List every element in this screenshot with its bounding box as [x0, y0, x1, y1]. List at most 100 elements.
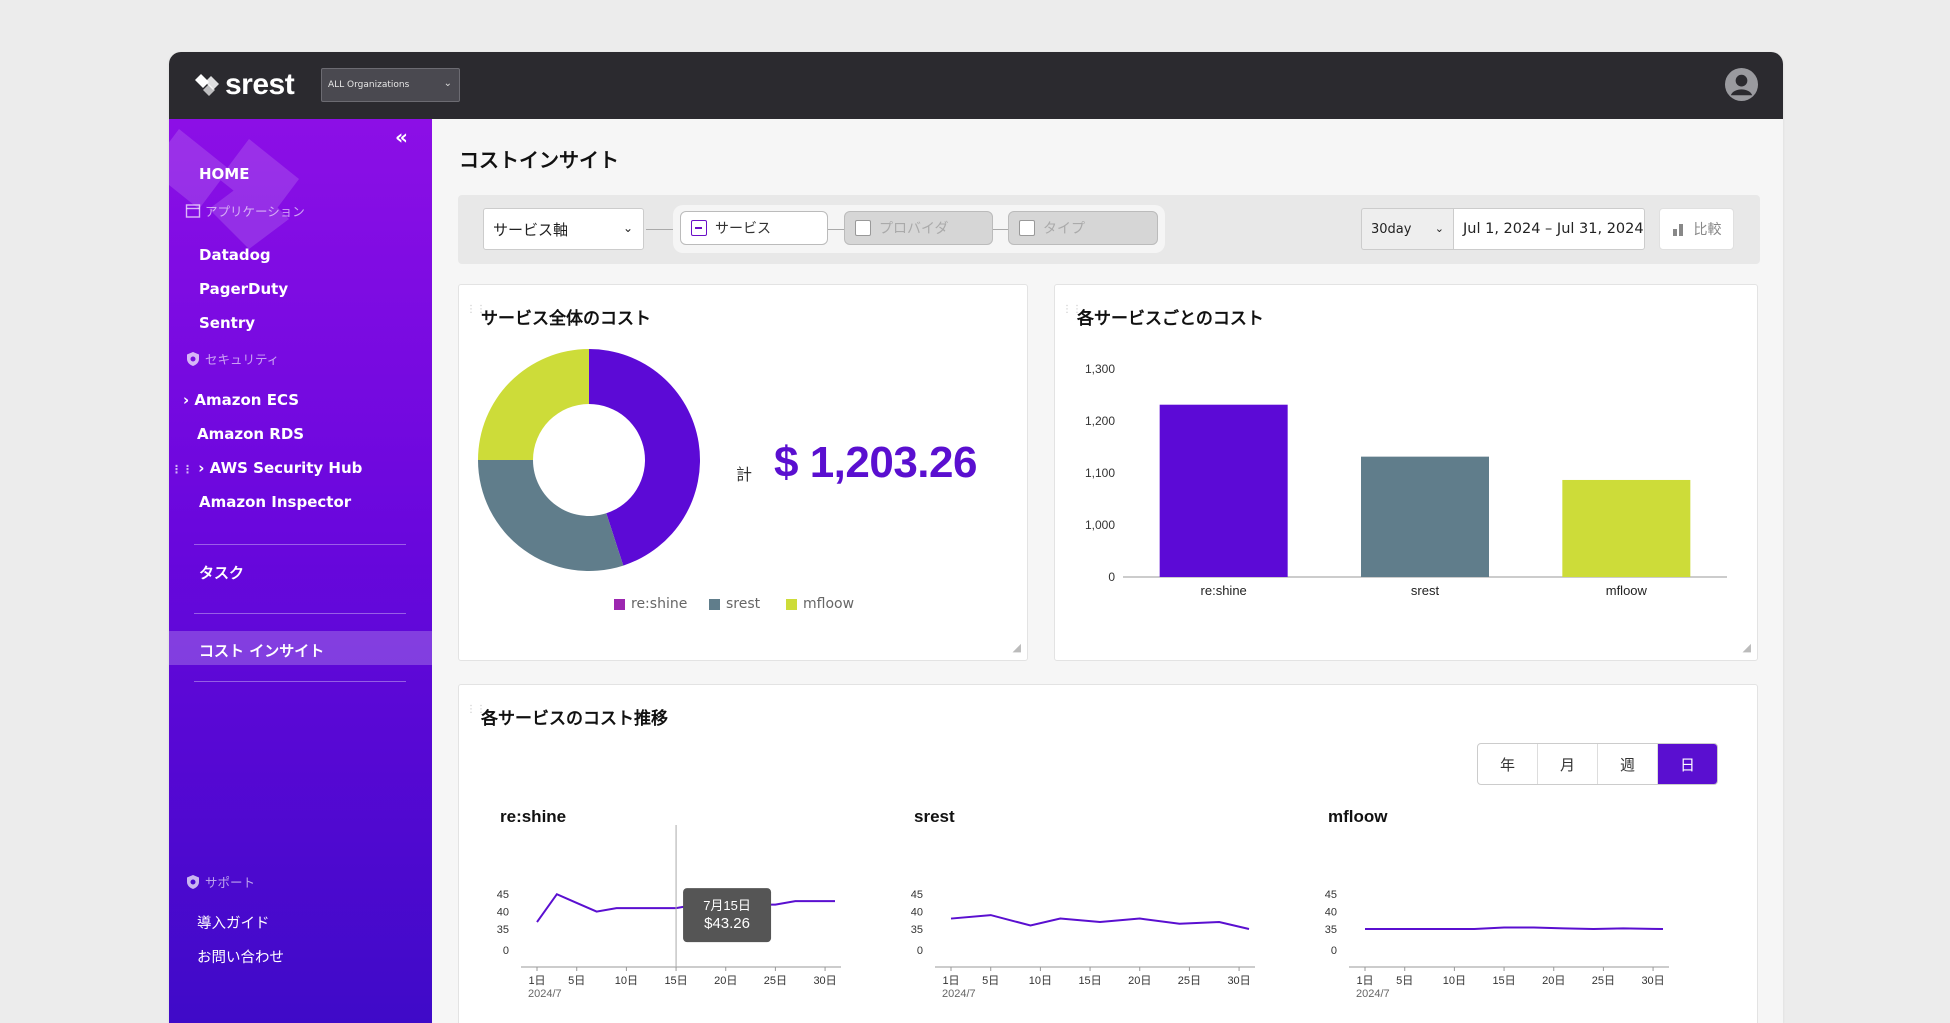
- user-avatar-icon[interactable]: [1724, 67, 1759, 102]
- filter-connector: [646, 229, 674, 230]
- y-tick-label: 35: [911, 924, 923, 936]
- resize-handle-icon[interactable]: ◢: [1013, 641, 1021, 654]
- tab-week[interactable]: 週: [1598, 744, 1658, 784]
- tooltip-date: 7月15日: [703, 898, 751, 913]
- x-tick-label: 20日: [1542, 975, 1565, 987]
- y-tick-label: 45: [497, 889, 509, 901]
- compare-button[interactable]: 比較: [1659, 208, 1734, 250]
- chip-service[interactable]: サービス: [680, 211, 828, 245]
- line-chart-title-srest: srest: [914, 807, 955, 826]
- bar-srest: [1361, 456, 1489, 577]
- bar-chart-icon: [1672, 224, 1683, 236]
- sidebar-item-pagerduty[interactable]: PagerDuty: [199, 280, 288, 298]
- organization-select[interactable]: ALL Organizations ⌄: [321, 68, 460, 102]
- x-tick-label: 10日: [1029, 975, 1052, 987]
- srest-logo[interactable]: srest: [193, 68, 295, 102]
- x-tick-label: mfloow: [1606, 583, 1648, 598]
- x-tick-label: 10日: [615, 975, 638, 987]
- chip-type[interactable]: タイプ: [1008, 211, 1158, 245]
- y-tick-label: 0: [503, 945, 509, 957]
- tab-year[interactable]: 年: [1478, 744, 1538, 784]
- legend-label: srest: [726, 596, 761, 612]
- bar-mfloow: [1562, 479, 1691, 577]
- date-range-input[interactable]: Jul 1, 2024 – Jul 31, 2024: [1453, 208, 1645, 250]
- page-title: コストインサイト: [459, 148, 619, 172]
- logo-text: srest: [225, 68, 295, 101]
- sidebar-item-cost-insight[interactable]: コスト インサイト: [199, 640, 324, 661]
- sidebar-item-amazon-ecs[interactable]: › Amazon ECS: [183, 391, 299, 409]
- line-chart-title-mfloow: mfloow: [1328, 807, 1388, 826]
- y-tick-label: 40: [1325, 907, 1337, 919]
- donut-slice-mfloow: [478, 349, 589, 460]
- x-tick-label: 10日: [1443, 975, 1466, 987]
- y-tick-label: 35: [1325, 924, 1337, 936]
- tab-month[interactable]: 月: [1538, 744, 1598, 784]
- chevron-down-icon: ⌄: [443, 78, 452, 89]
- top-bar: srest ALL Organizations ⌄: [169, 52, 1783, 119]
- y-tick-label: 1,200: [1085, 414, 1115, 428]
- y-tick-label: 1,100: [1085, 466, 1115, 480]
- x-tick-label: 1日: [528, 975, 545, 987]
- chip-label: タイプ: [1043, 221, 1085, 237]
- drag-handle-icon[interactable]: ⋮⋮: [171, 463, 193, 476]
- bar-chart: 0 1,000 1,100 1,200 1,300 re:shine srest mfloow: [1085, 362, 1727, 598]
- legend-swatch: [709, 598, 720, 610]
- x-tick-label: 25日: [1592, 975, 1615, 987]
- resize-handle-icon[interactable]: ◢: [1743, 641, 1751, 654]
- main-content: コストインサイト サービス軸 ⌄ サービス プロバイダ タイプ 30day ⌄ …: [432, 119, 1783, 1023]
- total-label: 計: [736, 465, 753, 484]
- x-tick-label: 1日: [942, 975, 959, 987]
- checkbox-icon: [1019, 220, 1035, 236]
- donut-chart: [478, 349, 700, 571]
- chevron-right-icon: ›: [193, 459, 210, 477]
- period-select[interactable]: 30day ⌄: [1361, 208, 1453, 250]
- y-tick-label: 40: [497, 907, 509, 919]
- sidebar-divider: [194, 544, 406, 545]
- sidebar-divider: [194, 613, 406, 614]
- x-tick-label: 5日: [568, 975, 585, 987]
- axis-select[interactable]: サービス軸 ⌄: [483, 208, 644, 250]
- filter-bar: サービス軸 ⌄ サービス プロバイダ タイプ 30day ⌄ Jul 1, 20…: [458, 195, 1760, 264]
- sidebar-item-amazon-rds[interactable]: Amazon RDS: [197, 425, 304, 443]
- y-tick-label: 45: [1325, 889, 1337, 901]
- card-title: 各サービスごとのコスト: [1077, 309, 1264, 329]
- sidebar-item-aws-security-hub[interactable]: ⋮⋮ › AWS Security Hub: [171, 459, 362, 477]
- x-sub-label: 2024/7: [942, 988, 976, 1000]
- line-chart-reshine: 0 35 40 45 1日 5日 10日 15日 20日 25日 30日 2024/7 7月15日 $43…: [497, 825, 841, 1000]
- y-tick-label: 45: [911, 889, 923, 901]
- x-tick-label: 25日: [1178, 975, 1201, 987]
- app-window: srest ALL Organizations ⌄ « HOME アプリケーショ…: [169, 52, 1783, 1023]
- chip-provider[interactable]: プロバイダ: [844, 211, 993, 245]
- sidebar-item-contact[interactable]: お問い合わせ: [197, 946, 284, 967]
- x-tick-label: srest: [1411, 583, 1440, 598]
- sidebar-item-sentry[interactable]: Sentry: [199, 314, 255, 332]
- checkbox-icon: [691, 220, 707, 236]
- sidebar-item-label: Amazon ECS: [194, 391, 300, 409]
- sidebar-item-amazon-inspector[interactable]: Amazon Inspector: [199, 493, 351, 511]
- granularity-tabs: 年 月 週 日: [1477, 743, 1718, 785]
- y-tick-label: 0: [1108, 570, 1115, 584]
- x-tick-label: re:shine: [1201, 583, 1247, 598]
- filter-connector: [993, 229, 1008, 230]
- chip-label: プロバイダ: [879, 221, 949, 237]
- cost-trend-card: ⋮⋮ 各サービスのコスト推移 年 月 週 日 re:shine srest mf…: [458, 684, 1758, 1023]
- sidebar-item-datadog[interactable]: Datadog: [199, 246, 271, 264]
- sidebar-item-task[interactable]: タスク: [199, 562, 244, 583]
- x-tick-label: 5日: [1396, 975, 1413, 987]
- y-tick-label: 1,300: [1085, 362, 1115, 376]
- tab-day[interactable]: 日: [1658, 744, 1717, 784]
- collapse-sidebar-icon[interactable]: «: [395, 125, 408, 149]
- x-tick-label: 5日: [982, 975, 999, 987]
- period-select-value: 30day: [1371, 221, 1412, 237]
- sidebar-item-setup-guide[interactable]: 導入ガイド: [197, 912, 270, 933]
- series-line-mfloow: [1365, 926, 1664, 931]
- sidebar-section-security: セキュリティ: [185, 349, 279, 368]
- chevron-down-icon: ⌄: [1434, 222, 1444, 235]
- sidebar-section-support: サポート: [185, 872, 255, 891]
- filter-chip-group: サービス プロバイダ タイプ: [673, 205, 1165, 253]
- sidebar-item-home[interactable]: HOME: [199, 165, 249, 183]
- window-icon: [185, 203, 201, 218]
- series-line-srest: [950, 914, 1250, 930]
- chip-label: サービス: [715, 221, 771, 237]
- per-service-cost-card: ⋮⋮ 各サービスごとのコスト 0 1,000 1,100 1,200 1,300 re:s…: [1054, 284, 1758, 661]
